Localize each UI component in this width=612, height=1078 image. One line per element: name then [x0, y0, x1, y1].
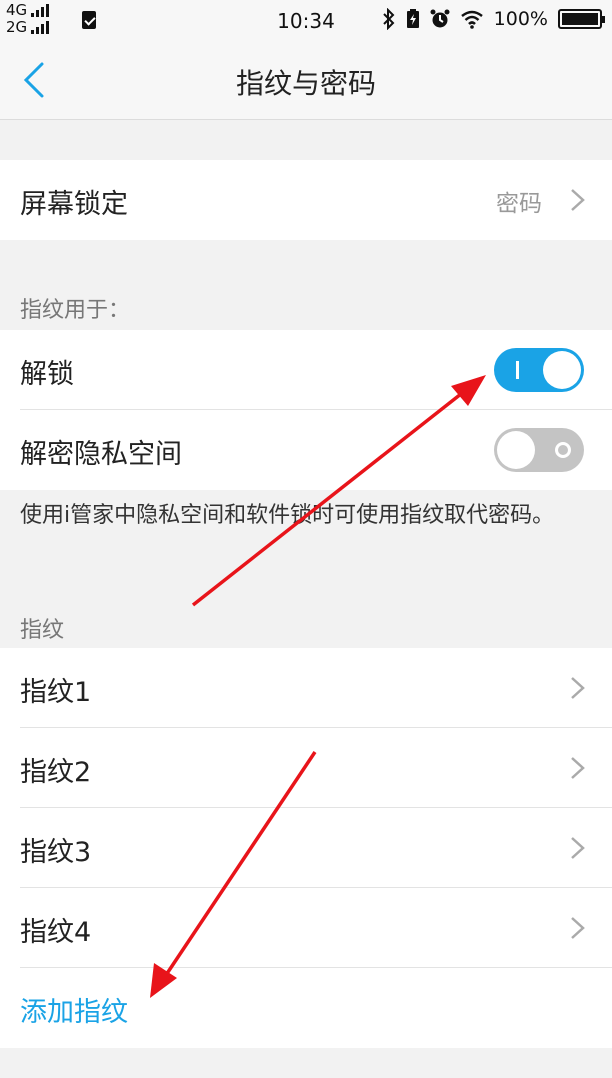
wifi-icon [460, 10, 483, 29]
fingerprint-label: 指纹4 [20, 917, 92, 948]
title-bar: 指纹与密码 [0, 42, 612, 120]
status-bar: 4G 2G 10:34 100% [0, 0, 612, 42]
fingerprint-item-2[interactable]: 指纹2 [0, 728, 612, 808]
screen-lock-row[interactable]: 屏幕锁定 密码 [0, 160, 612, 240]
fingerprint-label: 指纹3 [20, 837, 92, 868]
fingerprint-item-3[interactable]: 指纹3 [0, 808, 612, 888]
chevron-right-icon [571, 757, 585, 779]
chevron-right-icon [571, 189, 585, 211]
battery-icon [558, 9, 605, 29]
toggle-knob [543, 351, 581, 389]
chevron-right-icon [571, 917, 585, 939]
toggle-off-mark [555, 442, 571, 458]
screen-lock-label: 屏幕锁定 [20, 189, 128, 220]
unlock-row: 解锁 [0, 330, 612, 410]
fingerprints-section-title: 指纹 [20, 618, 65, 643]
battery-percent: 100% [493, 8, 548, 30]
fingerprint-label: 指纹2 [20, 757, 92, 788]
private-space-description: 使用i管家中隐私空间和软件锁时可使用指纹取代密码。 [20, 503, 555, 528]
add-fingerprint-row[interactable]: 添加指纹 [0, 968, 612, 1048]
fingerprint-usage-section-title: 指纹用于： [20, 298, 131, 323]
unlock-toggle[interactable] [494, 348, 584, 392]
toggle-knob [497, 431, 535, 469]
add-fingerprint-label: 添加指纹 [20, 997, 128, 1028]
toggle-on-mark [516, 361, 519, 379]
unlock-label: 解锁 [20, 359, 74, 390]
bluetooth-icon [382, 8, 395, 30]
private-space-label: 解密隐私空间 [20, 439, 182, 470]
page-title: 指纹与密码 [235, 67, 376, 100]
fingerprint-item-4[interactable]: 指纹4 [0, 888, 612, 968]
battery-saver-icon [406, 9, 419, 28]
fingerprint-item-1[interactable]: 指纹1 [0, 648, 612, 728]
chevron-right-icon [571, 677, 585, 699]
screen-lock-value: 密码 [496, 191, 542, 217]
alarm-icon [430, 9, 450, 28]
chevron-right-icon [571, 837, 585, 859]
fingerprint-label: 指纹1 [20, 677, 92, 708]
private-space-row: 解密隐私空间 [0, 410, 612, 490]
private-space-toggle[interactable] [494, 428, 584, 472]
